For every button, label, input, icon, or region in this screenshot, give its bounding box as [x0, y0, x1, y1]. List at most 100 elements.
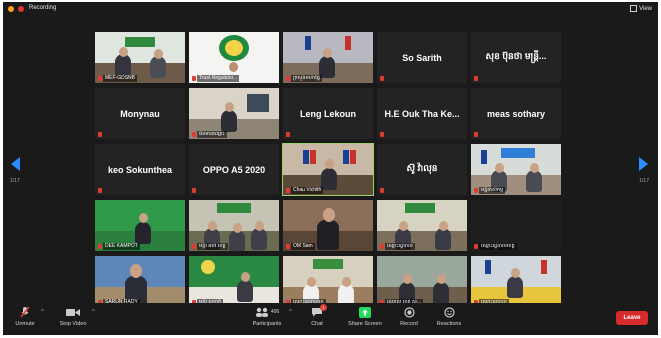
- audio-options-caret-icon[interactable]: ^: [41, 309, 44, 315]
- video-options-caret-icon[interactable]: ^: [92, 309, 95, 315]
- stop-video-label: Stop Video: [59, 321, 87, 327]
- unmute-label: Unmute: [15, 321, 35, 327]
- video-tile[interactable]: OM Sam: [283, 200, 373, 251]
- participants-button[interactable]: 406 Participants: [245, 306, 289, 327]
- mic-muted-icon: [474, 76, 478, 81]
- participant-label: មន្ទីរកសិកម្ម: [479, 187, 506, 194]
- top-bar: Recording View: [3, 2, 658, 16]
- recording-label: Recording: [29, 5, 57, 11]
- leave-button[interactable]: Leave: [616, 311, 648, 325]
- share-screen-label: Share Screen: [348, 321, 382, 327]
- mic-muted-icon: [192, 244, 196, 249]
- video-tile[interactable]: So Sarith: [377, 32, 467, 83]
- video-tile[interactable]: meas sothary: [471, 88, 561, 139]
- shield-icon[interactable]: [8, 6, 14, 12]
- chat-label: Chat: [311, 321, 323, 327]
- mic-muted-icon: [380, 188, 384, 193]
- participant-name: keo Sokunthea: [107, 164, 172, 175]
- video-tile[interactable]: keo Sokunthea: [95, 144, 185, 195]
- mic-muted-icon: [286, 132, 290, 137]
- next-page-icon[interactable]: [639, 157, 648, 171]
- share-screen-button[interactable]: Share Screen: [343, 306, 387, 327]
- reactions-label: Reactions: [436, 321, 462, 327]
- video-tile[interactable]: រដ្ឋបាល ខេត្ត ស...: [377, 256, 467, 307]
- mic-muted-icon: [98, 244, 102, 249]
- participant-label: មន្ទីរ អប់រំ ខេត្ត: [197, 243, 228, 250]
- grid-view-icon: [630, 5, 638, 12]
- mic-muted-icon: [286, 76, 290, 81]
- reactions-button[interactable]: Reactions: [427, 306, 471, 327]
- participant-name: meas sothary: [486, 108, 546, 119]
- video-tile[interactable]: SARUN RADY: [95, 256, 185, 307]
- video-tile[interactable]: H.E Ouk Tha Ke...: [377, 88, 467, 139]
- page-indicator-left: 1/17: [10, 178, 20, 184]
- chat-button[interactable]: 1 Chat: [295, 304, 339, 327]
- video-tile[interactable]: ឈ្មោះរដ្ឋបាលខេត្ត: [471, 200, 561, 251]
- stop-video-button[interactable]: Stop Video: [51, 306, 95, 327]
- participants-icon: [255, 307, 268, 317]
- record-icon: [403, 306, 415, 318]
- video-tile[interactable]: ឈ្មោះរដ្ឋបាល: [471, 256, 561, 307]
- previous-page-icon[interactable]: [11, 157, 20, 171]
- mic-muted-icon: [380, 76, 384, 81]
- participant-label: OM Sam: [291, 243, 315, 250]
- participant-name: Monynau: [120, 108, 160, 119]
- participants-count: 406: [270, 309, 280, 315]
- participant-name: So Sarith: [402, 52, 442, 63]
- mic-muted-icon: [98, 132, 102, 137]
- mic-muted-icon: [474, 132, 478, 137]
- page-indicator-right: 1/17: [639, 178, 649, 184]
- video-tile[interactable]: សុខ ប៊ុនថា មន្ត្រី...: [471, 32, 561, 83]
- mic-muted-icon: [98, 76, 102, 81]
- participant-label: MEF-GDSNB: [103, 75, 137, 82]
- mic-muted-icon: [380, 244, 384, 249]
- participants-label: Participants: [252, 321, 282, 327]
- participant-label: មិនមានឈ្មោះ: [197, 131, 227, 138]
- video-tile[interactable]: មន្ទីរ អប់រំ ខេត្ត: [189, 200, 279, 251]
- video-tile[interactable]: MEF-GDSNB: [95, 32, 185, 83]
- chat-badge: 1: [320, 304, 327, 311]
- participant-label: ឈ្មោះរដ្ឋបាលខេត្ត: [479, 243, 517, 250]
- participant-name: Leng Lekoun: [300, 108, 356, 119]
- zoom-window: Recording View 1/17 1/17 MEF-GDSNB Trust…: [3, 2, 658, 335]
- video-camera-icon: [66, 308, 80, 316]
- video-tile[interactable]: ឈ្មោះរដ្ឋបាល: [377, 200, 467, 251]
- video-tile[interactable]: DEE KAMPOT: [95, 200, 185, 251]
- video-tile[interactable]: Monynau: [95, 88, 185, 139]
- participant-label: DEE KAMPOT: [103, 243, 140, 250]
- mic-muted-icon: [192, 132, 196, 137]
- video-tile[interactable]: Leng Lekoun: [283, 88, 373, 139]
- video-tile[interactable]: Trust Regulator...: [189, 32, 279, 83]
- video-tile[interactable]: មិនមានឈ្មោះ: [189, 88, 279, 139]
- view-button[interactable]: View: [630, 5, 652, 12]
- record-label: Record: [400, 321, 418, 327]
- participant-name: H.E Ouk Tha Ke...: [384, 108, 460, 119]
- mic-muted-icon: [286, 188, 290, 193]
- participant-label: ក្រសួងមហាផ្ទៃ: [291, 75, 322, 82]
- participant-name: សុខ ប៊ុនថា មន្ត្រី...: [485, 51, 547, 61]
- participant-label: ឈ្មោះរដ្ឋបាល: [385, 243, 415, 250]
- mic-muted-icon: [98, 188, 102, 193]
- participant-name: ស៊ូ វ៉ាលុន: [406, 163, 438, 173]
- participants-options-caret-icon[interactable]: ^: [289, 309, 292, 315]
- smiley-icon: [443, 306, 455, 318]
- participant-label: Chau Vichith: [291, 187, 324, 194]
- video-tile[interactable]: OPPO A5 2020: [189, 144, 279, 195]
- video-tile[interactable]: មន្ទីរ សុខាភិ: [189, 256, 279, 307]
- video-tile[interactable]: ក្រសួងមហាផ្ទៃ: [283, 32, 373, 83]
- share-screen-icon: [359, 306, 371, 318]
- recording-icon: [18, 6, 24, 12]
- mic-muted-icon: [474, 188, 478, 193]
- video-tile-active-speaker[interactable]: Chau Vichith: [282, 143, 374, 196]
- mic-muted-icon: [286, 244, 290, 249]
- meeting-toolbar: Unmute ^ Stop Video ^ 406 Participants ^…: [3, 303, 658, 335]
- mic-muted-icon: [474, 244, 478, 249]
- video-tile[interactable]: ស៊ូ វ៉ាលុន: [377, 144, 467, 195]
- microphone-muted-icon: [20, 306, 30, 318]
- video-tile[interactable]: មន្ទីរកសិកម្ម: [471, 144, 561, 195]
- mic-muted-icon: [380, 132, 384, 137]
- video-tile[interactable]: ឈ្មោះរដ្ឋបាលខេ: [283, 256, 373, 307]
- mic-muted-icon: [192, 76, 196, 81]
- record-button[interactable]: Record: [387, 306, 431, 327]
- participant-name: OPPO A5 2020: [202, 164, 266, 175]
